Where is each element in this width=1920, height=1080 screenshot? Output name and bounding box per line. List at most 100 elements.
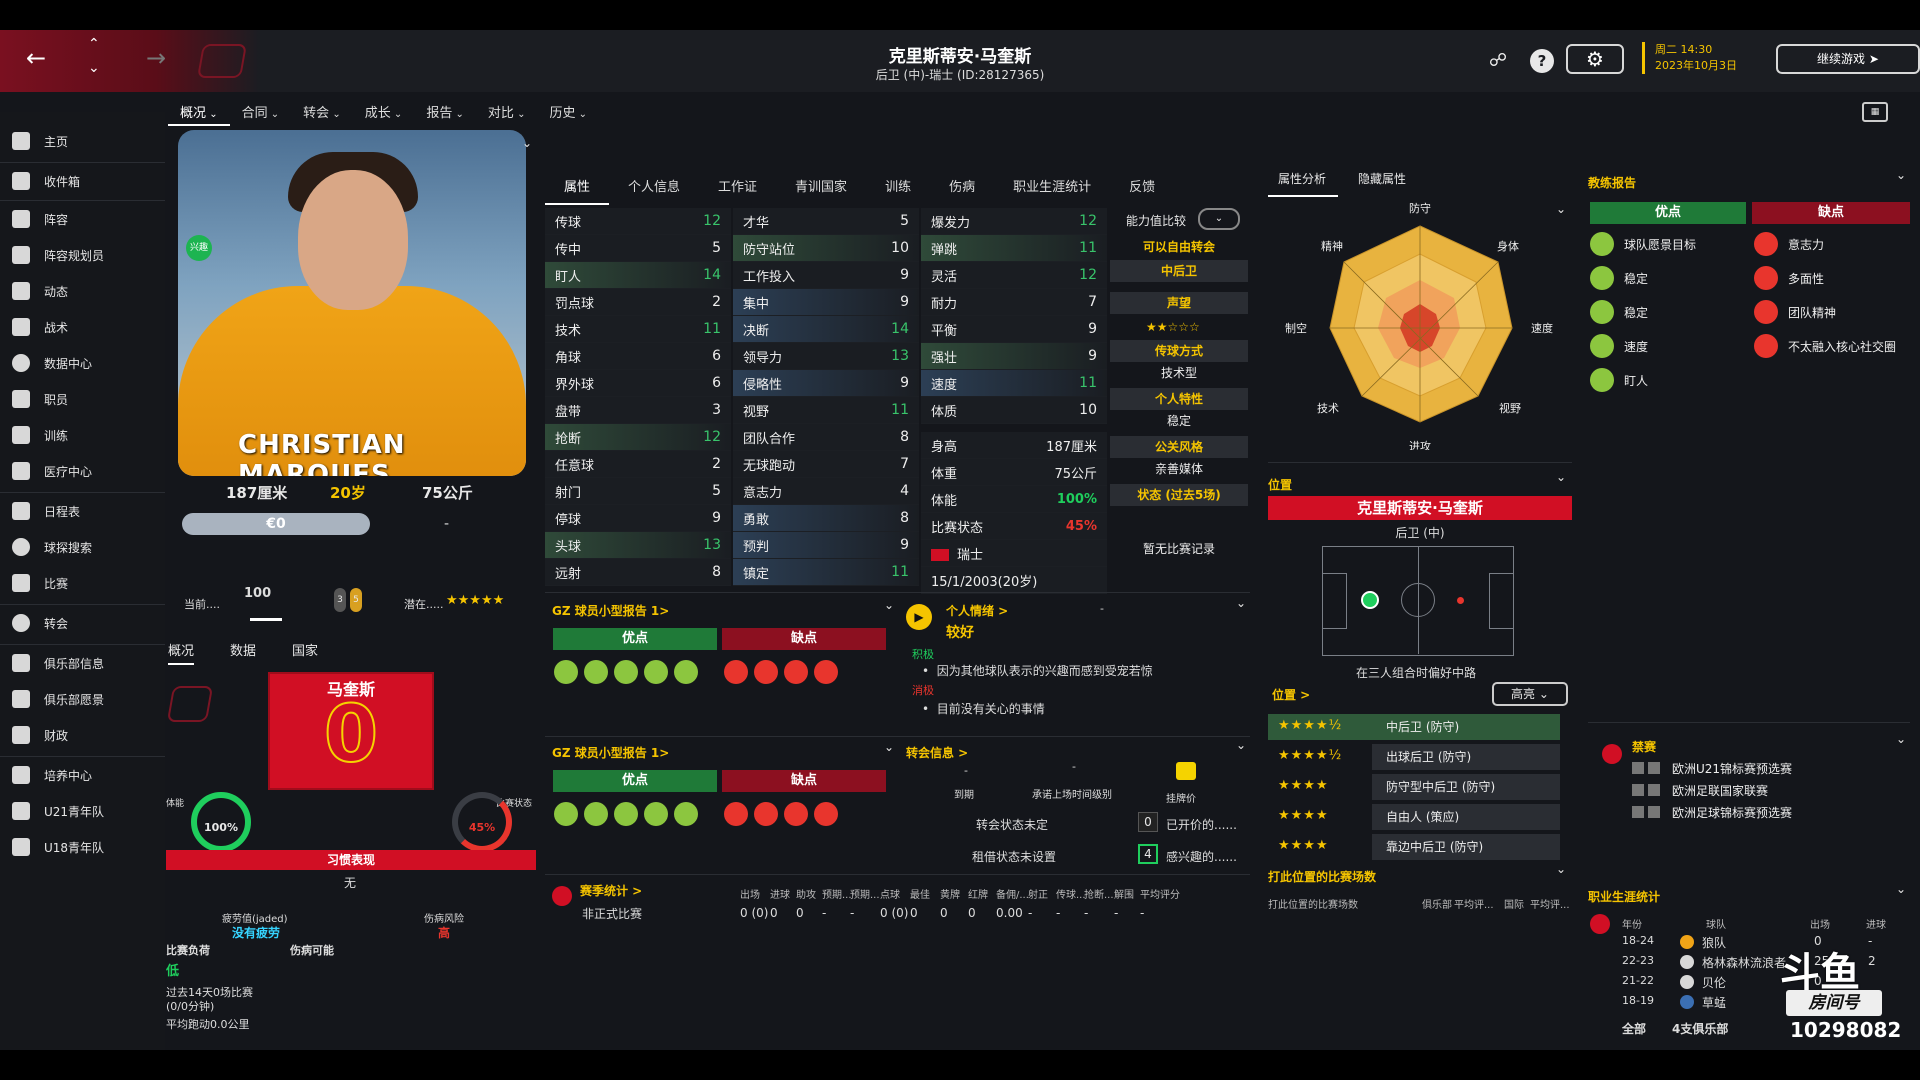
attribute-row[interactable]: 任意球 2	[545, 451, 731, 478]
sidebar-item-development-centre[interactable]: 培养中心	[12, 760, 162, 790]
continue-button[interactable]: 继续游戏 ➤	[1776, 44, 1920, 74]
tab-attribute-analysis[interactable]: 属性分析	[1268, 166, 1339, 197]
tab-nation[interactable]: 国家	[292, 640, 318, 665]
tab-hidden-attributes[interactable]: 隐藏属性	[1338, 166, 1418, 197]
menu-compare[interactable]: 对比	[476, 98, 538, 126]
sidebar-item-squad-planner[interactable]: 阵容规划员	[12, 240, 162, 270]
attribute-row[interactable]: 领导力 13	[733, 343, 919, 370]
scout-report-title-2[interactable]: GZ 球员小型报告 1>	[552, 744, 669, 761]
attribute-row[interactable]: 防守站位 10	[733, 235, 919, 262]
season-stats-title[interactable]: 赛季统计 >	[580, 882, 642, 899]
attribute-row[interactable]: 侵略性 9	[733, 370, 919, 397]
menu-development[interactable]: 成长	[353, 98, 415, 126]
tab-training[interactable]: 训练	[866, 170, 930, 205]
tab-career-stats[interactable]: 职业生涯统计	[994, 170, 1110, 205]
sidebar-item-u21[interactable]: U21青年队	[12, 796, 162, 826]
globe-icon[interactable]: ☍	[1486, 49, 1510, 73]
chevron-down-icon[interactable]: ⌄	[1896, 168, 1906, 182]
attribute-row[interactable]: 弹跳 11	[921, 235, 1107, 262]
offers-label[interactable]: 已开价的......	[1166, 816, 1237, 833]
attribute-row[interactable]: 工作投入 9	[733, 262, 919, 289]
chevron-down-icon[interactable]: ⌄	[1556, 862, 1566, 876]
role-row[interactable]: ★★★★½ 中后卫 (防守)	[1268, 714, 1560, 740]
attribute-row[interactable]: 集中 9	[733, 289, 919, 316]
sidebar-item-home[interactable]: 主页	[12, 126, 162, 156]
help-icon[interactable]: ?	[1530, 49, 1554, 73]
menu-reports[interactable]: 报告	[414, 98, 476, 126]
tab-work-permit[interactable]: 工作证	[699, 170, 776, 205]
role-row[interactable]: ★★★★ 防守型中后卫 (防守)	[1268, 774, 1560, 800]
sidebar-item-u18[interactable]: U18青年队	[12, 832, 162, 862]
sidebar-item-medical[interactable]: 医疗中心	[12, 456, 162, 486]
menu-contract[interactable]: 合同	[230, 98, 292, 126]
compare-dropdown[interactable]: ⌄	[1198, 208, 1240, 230]
transfer-info-title[interactable]: 转会信息 >	[906, 744, 968, 761]
tab-feedback[interactable]: 反馈	[1110, 170, 1174, 205]
chevron-down-icon[interactable]: ⌄	[1896, 882, 1906, 896]
role-row[interactable]: ★★★★ 靠边中后卫 (防守)	[1268, 834, 1560, 860]
attribute-row[interactable]: 抢断 12	[545, 424, 731, 451]
chevron-down-icon[interactable]: ⌄	[1896, 732, 1906, 746]
attribute-row[interactable]: 镇定 11	[733, 559, 919, 586]
sidebar-item-schedule[interactable]: 日程表	[12, 496, 162, 526]
tab-youth-nation[interactable]: 青训国家	[776, 170, 866, 205]
tab-data[interactable]: 数据	[230, 640, 256, 665]
sidebar-item-training[interactable]: 训练	[12, 420, 162, 450]
screen-capture-icon[interactable]: ▦	[1862, 102, 1888, 122]
sidebar-item-club-vision[interactable]: 俱乐部愿景	[12, 684, 162, 714]
attribute-row[interactable]: 意志力 4	[733, 478, 919, 505]
attribute-row[interactable]: 爆发力 12	[921, 208, 1107, 235]
sidebar-item-squad[interactable]: 阵容	[12, 204, 162, 234]
chevron-down-icon[interactable]: ⌄	[522, 136, 532, 150]
menu-history[interactable]: 历史	[537, 98, 599, 126]
sidebar-item-tactics[interactable]: 战术	[12, 312, 162, 342]
attribute-row[interactable]: 团队合作 8	[733, 424, 919, 451]
role-row[interactable]: ★★★★½ 出球后卫 (防守)	[1268, 744, 1560, 770]
mood-title[interactable]: 个人情绪 >	[946, 602, 1008, 619]
attribute-row[interactable]: 角球 6	[545, 343, 731, 370]
role-row[interactable]: ★★★★ 自由人 (策应)	[1268, 804, 1560, 830]
attribute-row[interactable]: 视野 11	[733, 397, 919, 424]
menu-overview[interactable]: 概况	[168, 98, 230, 126]
tab-injuries[interactable]: 伤病	[930, 170, 994, 205]
attribute-row[interactable]: 无球跑动 7	[733, 451, 919, 478]
attribute-row[interactable]: 强壮 9	[921, 343, 1107, 370]
highlight-dropdown[interactable]: 高亮 ⌄	[1492, 682, 1568, 706]
attribute-row[interactable]: 耐力 7	[921, 289, 1107, 316]
attribute-row[interactable]: 射门 5	[545, 478, 731, 505]
tab-overview[interactable]: 概况	[168, 640, 195, 665]
attribute-row[interactable]: 罚点球 2	[545, 289, 731, 316]
menu-transfer[interactable]: 转会	[291, 98, 353, 126]
sidebar-item-dynamics[interactable]: 动态	[12, 276, 162, 306]
sidebar-item-club-info[interactable]: 俱乐部信息	[12, 648, 162, 678]
attribute-row[interactable]: 界外球 6	[545, 370, 731, 397]
roles-title[interactable]: 位置 >	[1272, 686, 1310, 703]
attribute-row[interactable]: 才华 5	[733, 208, 919, 235]
attribute-row[interactable]: 传中 5	[545, 235, 731, 262]
attribute-row[interactable]: 决断 14	[733, 316, 919, 343]
attribute-row[interactable]: 灵活 12	[921, 262, 1107, 289]
sidebar-item-staff[interactable]: 职员	[12, 384, 162, 414]
attribute-row[interactable]: 盯人 14	[545, 262, 731, 289]
chevron-down-icon[interactable]: ⌄	[1236, 738, 1246, 752]
chevron-down-icon[interactable]: ⌄	[884, 740, 894, 754]
tab-attributes[interactable]: 属性	[545, 170, 610, 205]
sidebar-item-transfers[interactable]: 转会	[12, 608, 162, 638]
sidebar-item-inbox[interactable]: 收件箱	[12, 166, 162, 196]
attribute-row[interactable]: 远射 8	[545, 559, 731, 586]
chevron-down-icon[interactable]: ⌄	[1236, 596, 1246, 610]
chevron-down-icon[interactable]: ⌄	[1556, 470, 1566, 484]
attribute-row[interactable]: 平衡 9	[921, 316, 1107, 343]
sidebar-item-data-hub[interactable]: 数据中心	[12, 348, 162, 378]
attribute-row[interactable]: 技术 11	[545, 316, 731, 343]
sidebar-item-competitions[interactable]: 比赛	[12, 568, 162, 598]
attribute-row[interactable]: 速度 11	[921, 370, 1107, 397]
sidebar-item-finances[interactable]: 财政	[12, 720, 162, 750]
attribute-row[interactable]: 传球 12	[545, 208, 731, 235]
tab-personal-info[interactable]: 个人信息	[609, 170, 699, 205]
chevron-down-icon[interactable]: ⌄	[884, 598, 894, 612]
interested-label[interactable]: 感兴趣的......	[1166, 848, 1237, 865]
attribute-row[interactable]: 盘带 3	[545, 397, 731, 424]
scout-report-title-1[interactable]: GZ 球员小型报告 1>	[552, 602, 669, 619]
attribute-row[interactable]: 体质 10	[921, 397, 1107, 424]
